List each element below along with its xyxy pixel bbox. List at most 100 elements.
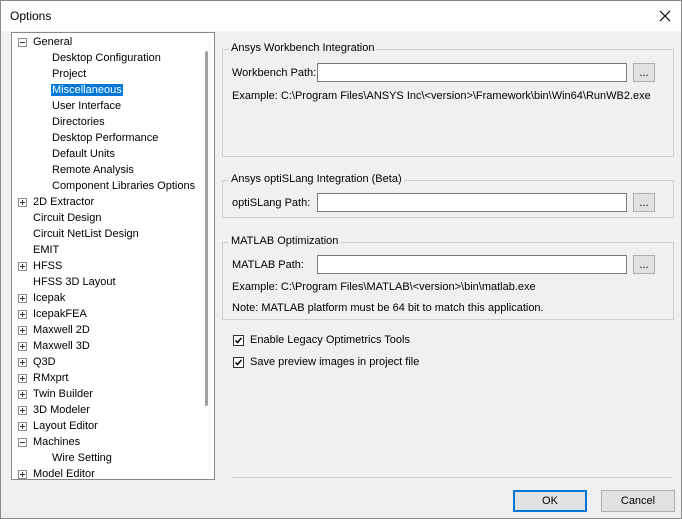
optislang-group: Ansys optiSLang Integration (Beta) optiS…	[222, 173, 674, 218]
tree-item-label: Model Editor	[33, 468, 95, 480]
legacy-optimetrics-option[interactable]: Enable Legacy Optimetrics Tools	[233, 333, 410, 347]
checkmark-icon	[234, 336, 243, 344]
tree-item-label: EMIT	[33, 244, 60, 256]
tree-item-label: Remote Analysis	[52, 164, 134, 176]
tree-item-label: Maxwell 3D	[33, 340, 90, 352]
tree-item-label: HFSS 3D Layout	[33, 276, 116, 288]
tree-item[interactable]: Project	[51, 66, 87, 82]
expand-icon[interactable]	[18, 326, 27, 335]
close-button[interactable]	[649, 1, 681, 31]
tree-item[interactable]: Layout Editor	[18, 418, 99, 434]
tree-item-label: User Interface	[52, 100, 122, 112]
tree-item[interactable]: Maxwell 3D	[18, 338, 91, 354]
expand-icon[interactable]	[18, 390, 27, 399]
tree-item-label: Project	[52, 68, 87, 80]
matlab-note-text: Note: MATLAB platform must be 64 bit to …	[232, 302, 544, 314]
tree-item[interactable]: IcepakFEA	[18, 306, 88, 322]
tree-item[interactable]: General	[18, 34, 73, 50]
footer-separator	[231, 477, 673, 478]
options-tree[interactable]: General Desktop Configuration Project Misce…	[11, 32, 215, 480]
matlab-group: MATLAB Optimization MATLAB Path: ... Exa…	[222, 235, 674, 320]
matlab-path-label: MATLAB Path:	[232, 259, 304, 271]
workbench-group-title: Ansys Workbench Integration	[229, 42, 377, 54]
expand-icon[interactable]	[18, 422, 27, 431]
workbench-path-label: Workbench Path:	[232, 67, 317, 79]
tree-item[interactable]: Directories	[51, 114, 106, 130]
optislang-browse-button[interactable]: ...	[633, 193, 655, 212]
tree-item[interactable]: Miscellaneous	[50, 82, 124, 98]
tree-item[interactable]: Model Editor	[18, 466, 96, 480]
checkmark-icon	[234, 358, 243, 366]
tree-item[interactable]: Q3D	[18, 354, 57, 370]
tree-item-label: Component Libraries Options	[52, 180, 196, 192]
expand-icon[interactable]	[18, 262, 27, 271]
tree-item[interactable]: EMIT	[32, 242, 60, 258]
collapse-icon[interactable]	[18, 438, 27, 447]
title-bar: Options	[1, 1, 681, 31]
optislang-path-input[interactable]	[317, 193, 627, 212]
tree-item-label: Circuit Design	[33, 212, 102, 224]
tree-item[interactable]: Wire Setting	[51, 450, 113, 466]
tree-item[interactable]: Default Units	[51, 146, 116, 162]
tree-item-label: HFSS	[33, 260, 63, 272]
tree-item[interactable]: Desktop Configuration	[51, 50, 162, 66]
tree-item-label: Machines	[33, 436, 81, 448]
tree-item[interactable]: RMxprt	[18, 370, 69, 386]
window-title: Options	[10, 9, 52, 23]
tree-item[interactable]: Icepak	[18, 290, 66, 306]
optislang-path-label: optiSLang Path:	[232, 197, 311, 209]
expand-icon[interactable]	[18, 470, 27, 479]
workbench-browse-button[interactable]: ...	[633, 63, 655, 82]
tree-item[interactable]: Maxwell 2D	[18, 322, 91, 338]
cancel-button[interactable]: Cancel	[601, 490, 675, 512]
tree-item-label: Miscellaneous	[50, 83, 124, 97]
close-icon	[659, 10, 671, 22]
optislang-group-title: Ansys optiSLang Integration (Beta)	[229, 173, 404, 185]
matlab-group-title: MATLAB Optimization	[229, 235, 341, 247]
tree-item-label: Maxwell 2D	[33, 324, 90, 336]
scrollbar-thumb[interactable]	[205, 51, 208, 406]
tree-item-label: 2D Extractor	[33, 196, 95, 208]
save-preview-checkbox[interactable]	[233, 356, 244, 368]
save-preview-label: Save preview images in project file	[250, 356, 420, 368]
matlab-example-text: Example: C:\Program Files\MATLAB\<versio…	[232, 281, 536, 293]
collapse-icon[interactable]	[18, 38, 27, 47]
tree-item[interactable]: Component Libraries Options	[51, 178, 196, 194]
tree-item[interactable]: HFSS	[18, 258, 63, 274]
tree-item-label: Circuit NetList Design	[33, 228, 139, 240]
tree-item[interactable]: Circuit NetList Design	[32, 226, 140, 242]
tree-scrollbar[interactable]	[201, 33, 214, 479]
tree-item-label: Desktop Performance	[52, 132, 159, 144]
tree-item[interactable]: Circuit Design	[32, 210, 102, 226]
expand-icon[interactable]	[18, 358, 27, 367]
tree-item-label: Q3D	[33, 356, 56, 368]
tree-item-label: General	[33, 36, 73, 48]
matlab-path-input[interactable]	[317, 255, 627, 274]
expand-icon[interactable]	[18, 198, 27, 207]
expand-icon[interactable]	[18, 374, 27, 383]
save-preview-option[interactable]: Save preview images in project file	[233, 355, 419, 369]
tree-item-label: Wire Setting	[52, 452, 112, 464]
expand-icon[interactable]	[18, 342, 27, 351]
matlab-browse-button[interactable]: ...	[633, 255, 655, 274]
tree-item-label: IcepakFEA	[33, 308, 87, 320]
workbench-group: Ansys Workbench Integration Workbench Pa…	[222, 42, 674, 157]
tree-item-label: Icepak	[33, 292, 66, 304]
tree-item[interactable]: HFSS 3D Layout	[32, 274, 117, 290]
expand-icon[interactable]	[18, 294, 27, 303]
tree-item[interactable]: Remote Analysis	[51, 162, 135, 178]
tree-item[interactable]: 3D Modeler	[18, 402, 91, 418]
legacy-optimetrics-label: Enable Legacy Optimetrics Tools	[250, 334, 410, 346]
workbench-path-input[interactable]	[317, 63, 627, 82]
expand-icon[interactable]	[18, 406, 27, 415]
tree-item[interactable]: User Interface	[51, 98, 122, 114]
legacy-optimetrics-checkbox[interactable]	[233, 334, 244, 346]
ok-button[interactable]: OK	[513, 490, 587, 512]
expand-icon[interactable]	[18, 310, 27, 319]
tree-item[interactable]: Desktop Performance	[51, 130, 159, 146]
tree-item[interactable]: 2D Extractor	[18, 194, 95, 210]
tree-item[interactable]: Twin Builder	[18, 386, 94, 402]
tree-item-label: 3D Modeler	[33, 404, 90, 416]
tree-item[interactable]: Machines	[18, 434, 81, 450]
tree-item-label: Directories	[52, 116, 105, 128]
